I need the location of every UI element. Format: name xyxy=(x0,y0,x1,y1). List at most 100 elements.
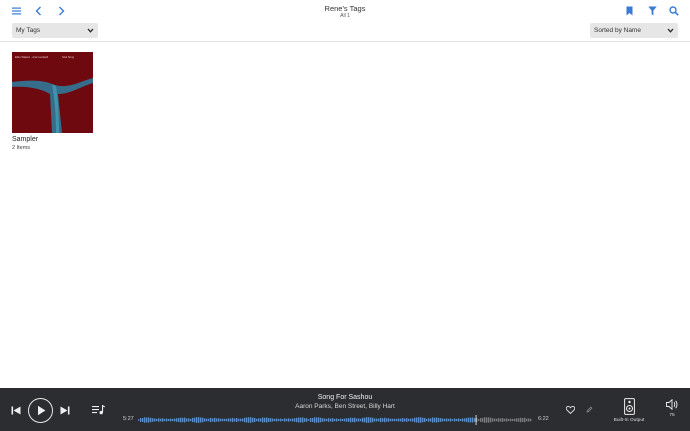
waveform-bar xyxy=(302,417,304,423)
hamburger-icon xyxy=(11,7,21,15)
waveform-bar xyxy=(342,418,344,422)
queue-button[interactable] xyxy=(92,404,105,416)
tags-select[interactable]: My Tags xyxy=(12,23,98,38)
waveform-bar xyxy=(212,418,214,422)
waveform-bar xyxy=(402,418,404,422)
waveform-bar xyxy=(420,417,422,423)
waveform-bar xyxy=(316,417,318,423)
waveform-bar xyxy=(324,418,326,422)
menu-button[interactable] xyxy=(8,3,24,19)
track-title[interactable]: Song For Sashou xyxy=(245,393,445,402)
waveform-bar xyxy=(350,417,352,423)
waveform-bar xyxy=(390,418,392,422)
waveform-bar xyxy=(338,419,340,421)
waveform-bar xyxy=(250,417,252,423)
waveform-bar xyxy=(422,417,424,423)
waveform-bar xyxy=(206,418,208,422)
bookmark-button[interactable] xyxy=(621,3,637,19)
waveform-bar xyxy=(460,418,462,422)
waveform-bar xyxy=(156,418,158,422)
waveform-bar xyxy=(442,418,444,422)
favorite-button[interactable] xyxy=(565,405,575,415)
waveform-bar xyxy=(482,417,484,423)
waveform-bar xyxy=(504,418,506,422)
tag-item-count: 2 Items xyxy=(12,145,31,151)
waveform-bar xyxy=(430,418,432,422)
waveform-bar xyxy=(244,417,246,423)
next-button[interactable] xyxy=(59,404,71,416)
waveform-bar xyxy=(278,418,280,422)
waveform-bar xyxy=(294,418,296,422)
waveform-bar xyxy=(414,417,416,423)
waveform-bar xyxy=(168,418,170,422)
volume-icon xyxy=(666,399,678,410)
waveform-bar xyxy=(490,417,492,423)
waveform-bar xyxy=(246,417,248,423)
sort-select[interactable]: Sorted by Name xyxy=(590,23,678,38)
waveform-bar xyxy=(290,418,292,422)
page-subtitle: All 1 xyxy=(340,13,350,19)
waveform-bar xyxy=(190,418,192,422)
waveform-bar xyxy=(288,418,290,422)
waveform-bar xyxy=(344,418,346,422)
waveform-bar xyxy=(360,418,362,422)
output-device-label: Built-In Output xyxy=(613,418,645,423)
waveform-bar xyxy=(184,417,186,423)
waveform-bar xyxy=(158,418,160,422)
waveform-bar xyxy=(218,418,220,422)
previous-button[interactable] xyxy=(10,404,22,416)
skip-previous-icon xyxy=(11,406,21,414)
waveform-bar xyxy=(406,418,408,422)
waveform-bar xyxy=(498,418,500,422)
waveform-bar xyxy=(500,418,502,422)
waveform-seek-bar[interactable] xyxy=(138,415,532,425)
playhead[interactable] xyxy=(475,415,477,425)
waveform-bar xyxy=(336,418,338,422)
waveform-bar xyxy=(516,418,518,422)
tag-name[interactable]: Sampler xyxy=(12,135,94,144)
waveform-bar xyxy=(334,418,336,422)
waveform-bar xyxy=(194,417,196,423)
track-artists[interactable]: Aaron Parks, Ben Street, Billy Hart xyxy=(215,402,475,411)
waveform-bar xyxy=(286,418,288,422)
waveform-bar xyxy=(446,418,448,422)
waveform-bar xyxy=(492,418,494,422)
waveform-bar xyxy=(196,417,198,423)
waveform-bar xyxy=(258,418,260,422)
waveform-bar xyxy=(326,418,328,422)
waveform-bar xyxy=(412,418,414,422)
speaker-device-icon xyxy=(623,398,635,415)
waveform-bar xyxy=(528,418,530,422)
tag-cover-art[interactable]: Ellen Watson · Ana Loudwell Soul Song xyxy=(12,52,93,133)
back-button[interactable] xyxy=(30,3,46,19)
waveform-bar xyxy=(240,418,242,422)
waveform-bar xyxy=(514,418,516,422)
waveform-bar xyxy=(384,417,386,423)
tag-card[interactable]: Ellen Watson · Ana Loudwell Soul Song Sa… xyxy=(12,52,94,152)
filter-button[interactable] xyxy=(644,3,660,19)
waveform-bar xyxy=(332,418,334,422)
waveform-bar xyxy=(400,418,402,422)
edit-button[interactable] xyxy=(585,405,594,414)
waveform-bar xyxy=(318,417,320,423)
volume-control[interactable]: 75 xyxy=(663,399,681,418)
waveform-bar xyxy=(354,417,356,423)
search-button[interactable] xyxy=(666,3,682,19)
chevron-down-icon xyxy=(667,28,674,33)
waveform-bar xyxy=(142,418,144,422)
waveform-bar xyxy=(426,418,428,422)
waveform-bar xyxy=(484,417,486,423)
audio-output-button[interactable]: Built-In Output xyxy=(607,398,651,423)
waveform-bar xyxy=(152,418,154,422)
tags-select-value: My Tags xyxy=(16,27,41,34)
top-bar: Rene's Tags All 1 xyxy=(0,0,690,20)
waveform-bar xyxy=(228,418,230,422)
forward-button[interactable] xyxy=(53,3,69,19)
waveform-bar xyxy=(340,418,342,422)
search-icon xyxy=(669,6,679,16)
play-button[interactable] xyxy=(28,398,53,423)
waveform-bar xyxy=(308,419,310,421)
waveform-bar xyxy=(268,418,270,422)
elapsed-time: 5:27 xyxy=(123,416,134,422)
waveform-bar xyxy=(464,418,466,422)
